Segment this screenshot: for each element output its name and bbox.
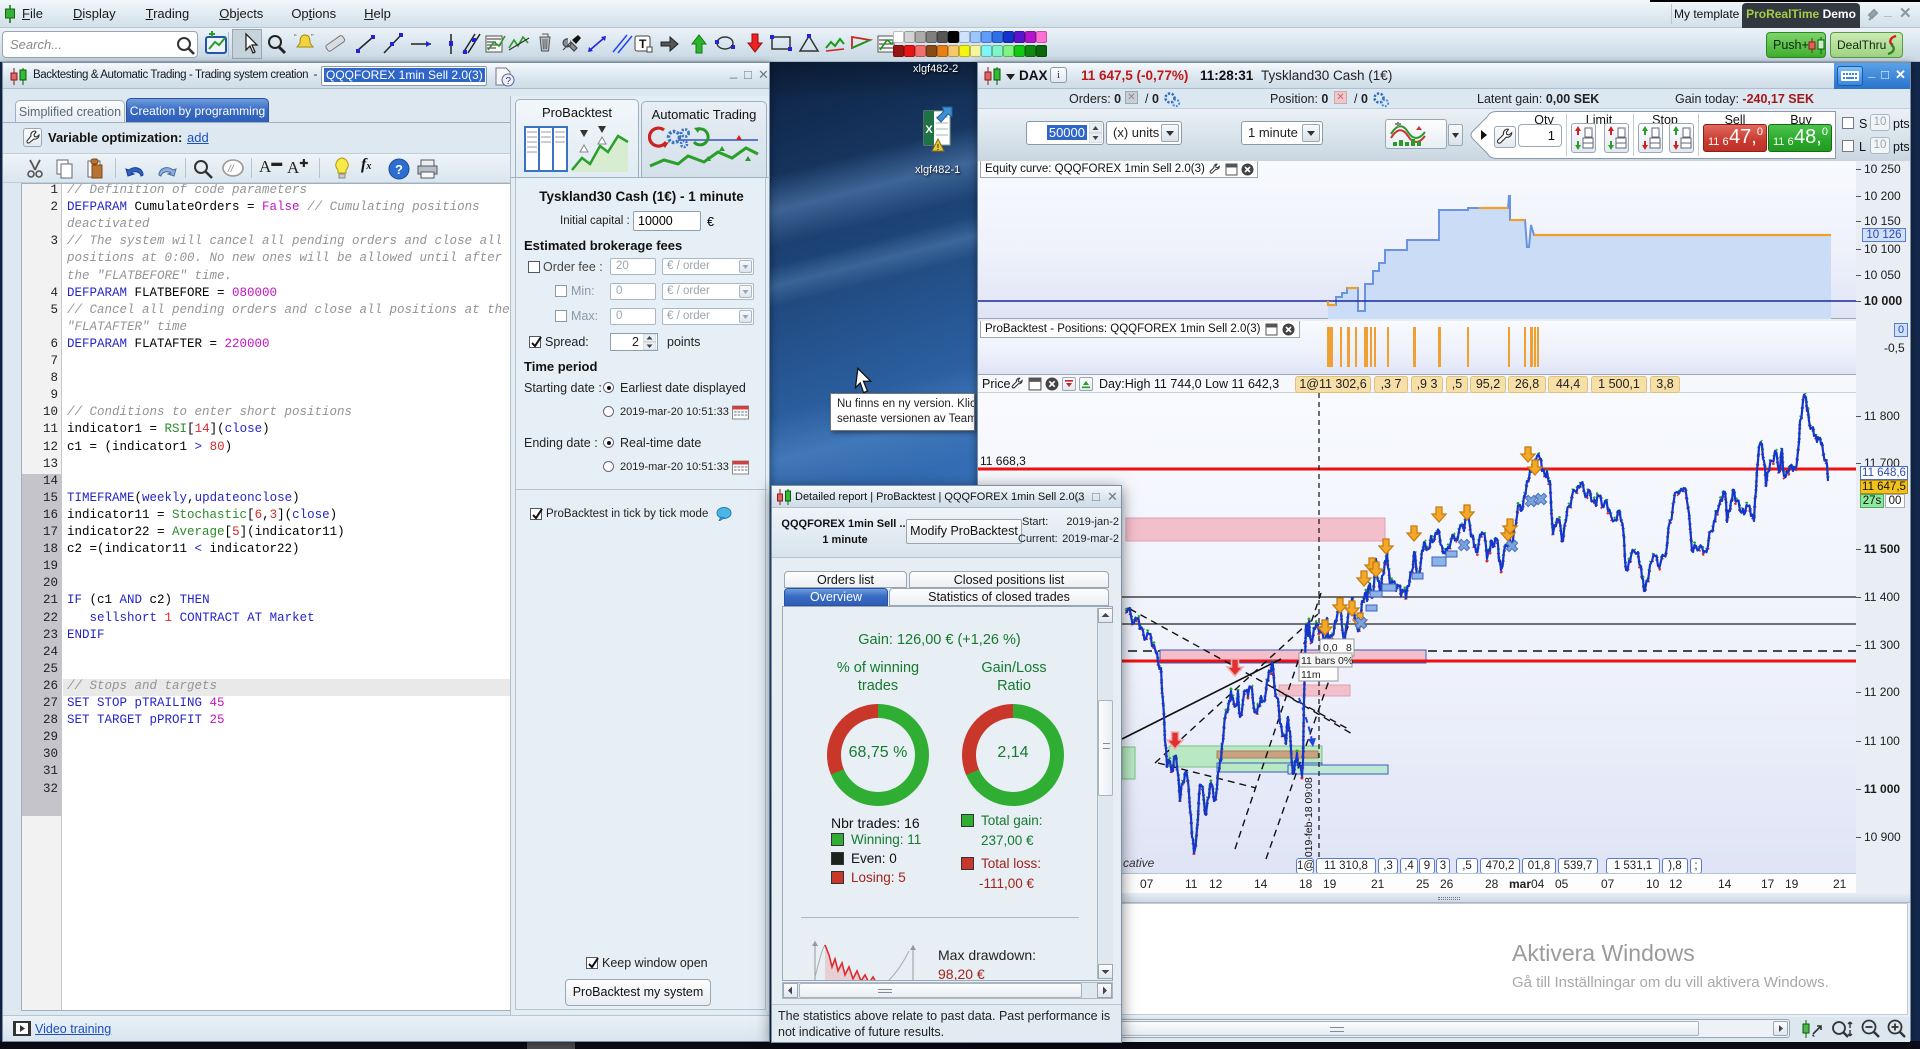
svg-text:0,0: 0,0 [1323,642,1338,654]
svg-text:”: ” [311,33,314,42]
svg-text:?: ? [395,162,403,177]
svg-text:“: “ [294,33,297,42]
svg-text:11m: 11m [1301,669,1321,681]
svg-text:!: ! [937,143,940,152]
svg-text:8: 8 [1346,642,1352,654]
svg-text:T: T [639,37,647,51]
svg-text:0%: 0% [1338,655,1353,667]
svg-text:?: ? [506,76,512,87]
svg-text:11 bars: 11 bars [1301,655,1335,667]
svg-text:2019-feb-18 09:08: 2019-feb-18 09:08 [1303,777,1315,863]
svg-text:X: X [925,124,933,136]
svg-text:cative: cative [1123,856,1155,870]
svg-text:11 668,3: 11 668,3 [980,454,1026,468]
